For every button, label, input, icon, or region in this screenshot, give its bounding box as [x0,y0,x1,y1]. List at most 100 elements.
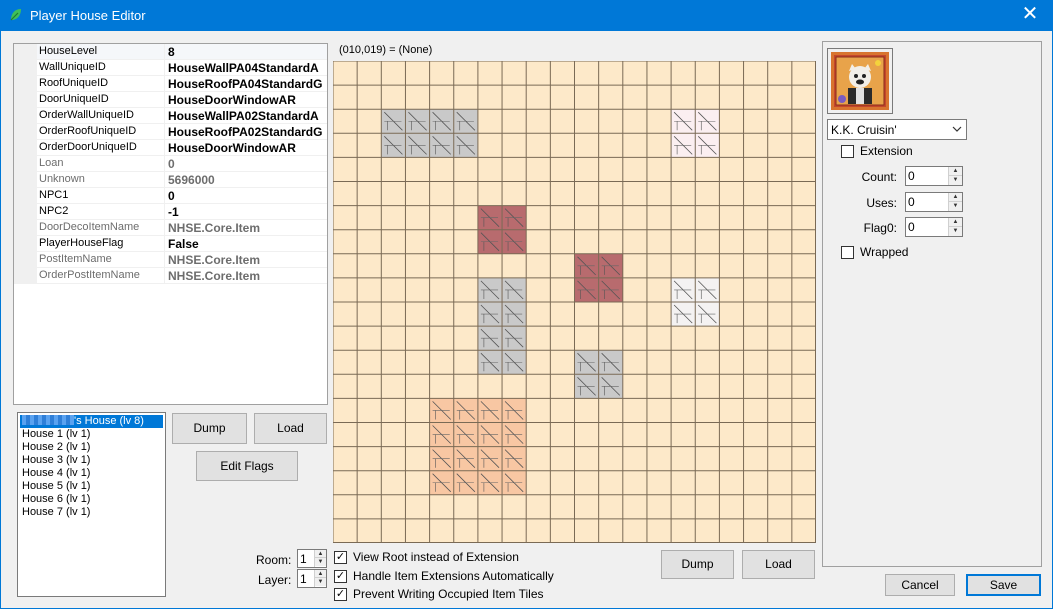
record-album-icon [831,52,889,110]
wrapped-check-icon[interactable] [841,246,854,259]
property-row[interactable]: Loan 0 [14,156,327,172]
layer-label: Layer: [258,573,292,587]
property-value[interactable]: HouseWallPA02StandardA [168,109,319,123]
property-divider [164,60,165,76]
property-value[interactable]: NHSE.Core.Item [168,221,260,235]
room-label: Room: [256,553,292,567]
dump-items-button[interactable]: Dump [661,550,734,579]
property-value[interactable]: 0 [168,189,175,203]
uses-down-arrow-icon[interactable]: ▼ [949,202,962,211]
flag0-up-arrow-icon[interactable]: ▲ [949,218,962,227]
property-row[interactable]: OrderWallUniqueID HouseWallPA02StandardA [14,108,327,124]
layer-up-arrow-icon[interactable]: ▲ [315,570,326,578]
property-name: PlayerHouseFlag [39,237,124,249]
property-row[interactable]: WallUniqueID HouseWallPA04StandardA [14,60,327,76]
property-grid[interactable]: HouseLevel 8 WallUniqueID HouseWallPA04Stan… [13,43,328,405]
property-name: RoofUniqueID [39,77,109,89]
item-grid[interactable] [332,60,816,543]
property-row-margin [14,236,37,251]
property-row[interactable]: PlayerHouseFlag False [14,236,327,252]
uses-label: Uses: [866,196,897,210]
property-row[interactable]: RoofUniqueID HouseRoofPA04StandardG [14,76,327,92]
property-row[interactable]: OrderDoorUniqueID HouseDoorWindowAR [14,140,327,156]
property-row-margin [14,124,37,139]
uses-value: 0 [908,195,915,209]
flag0-down-arrow-icon[interactable]: ▼ [949,227,962,236]
property-value[interactable]: -1 [168,205,179,219]
property-value[interactable]: NHSE.Core.Item [168,269,260,283]
property-divider [164,140,165,156]
flag0-stepper[interactable]: 0 ▲ ▼ [905,217,963,237]
uses-stepper[interactable]: 0 ▲ ▼ [905,192,963,212]
save-button[interactable]: Save [966,574,1041,596]
leaf-app-icon [10,9,21,21]
dump-house-button[interactable]: Dump [172,413,247,444]
house-list-item[interactable]: House 5 (lv 1) [20,480,163,493]
load-items-button[interactable]: Load [742,550,815,579]
item-preview-image [827,48,893,114]
room-down-arrow-icon[interactable]: ▼ [315,558,326,566]
property-row[interactable]: DoorUniqueID HouseDoorWindowAR [14,92,327,108]
layer-stepper[interactable]: 1 ▲ ▼ [297,569,327,588]
property-row[interactable]: NPC2 -1 [14,204,327,220]
property-divider [164,76,165,92]
property-row-margin [14,252,37,267]
title-bar: Player House Editor ✕ [0,0,1053,31]
property-value[interactable]: NHSE.Core.Item [168,253,260,267]
prevent-occupied-check-icon[interactable]: ✓ [334,588,347,601]
house-list-item[interactable]: House 1 (lv 1) [20,428,163,441]
handle-extensions-check-icon[interactable]: ✓ [334,570,347,583]
window-title: Player House Editor [30,8,146,23]
property-value[interactable]: HouseDoorWindowAR [168,141,296,155]
property-row[interactable]: OrderRoofUniqueID HouseRoofPA02StandardG [14,124,327,140]
property-row[interactable]: DoorDecoItemName NHSE.Core.Item [14,220,327,236]
property-name: OrderDoorUniqueID [39,141,137,153]
property-divider [164,124,165,140]
property-divider [164,156,165,172]
edit-flags-button[interactable]: Edit Flags [196,451,298,481]
property-value[interactable]: False [168,237,199,251]
uses-up-arrow-icon[interactable]: ▲ [949,193,962,202]
cancel-button[interactable]: Cancel [885,574,955,596]
load-house-button[interactable]: Load [254,413,327,444]
property-row[interactable]: Unknown 5696000 [14,172,327,188]
count-up-arrow-icon[interactable]: ▲ [949,167,962,176]
house-list-item[interactable]: House 7 (lv 1) [20,506,163,519]
property-row[interactable]: OrderPostItemName NHSE.Core.Item [14,268,327,284]
house-list-item[interactable]: House 6 (lv 1) [20,493,163,506]
count-stepper[interactable]: 0 ▲ ▼ [905,166,963,186]
close-button[interactable]: ✕ [1007,0,1053,31]
property-value[interactable]: HouseRoofPA04StandardG [168,77,322,91]
property-value[interactable]: HouseDoorWindowAR [168,93,296,107]
property-name: NPC1 [39,189,69,201]
prevent-occupied-label: Prevent Writing Occupied Item Tiles [353,587,544,601]
property-name: OrderRoofUniqueID [39,125,137,137]
property-row[interactable]: NPC1 0 [14,188,327,204]
count-down-arrow-icon[interactable]: ▼ [949,176,962,185]
house-list-item-label: House 4 (lv 1) [22,467,91,479]
house-list[interactable]: 's House (lv 8) House 1 (lv 1) House 2 (lv… [17,412,166,597]
property-row[interactable]: HouseLevel 8 [14,44,327,60]
house-list-item[interactable]: House 4 (lv 1) [20,467,163,480]
layer-down-arrow-icon[interactable]: ▼ [315,578,326,586]
property-value[interactable]: HouseRoofPA02StandardG [168,125,322,139]
layer-value: 1 [300,572,307,586]
room-stepper[interactable]: 1 ▲ ▼ [297,549,327,568]
view-root-check-icon[interactable]: ✓ [334,551,347,564]
property-row-margin [14,140,37,155]
house-list-item[interactable]: House 2 (lv 1) [20,441,163,454]
redacted-owner-name [22,415,74,425]
property-value[interactable]: 8 [168,45,175,59]
house-list-item[interactable]: 's House (lv 8) [20,415,163,428]
hover-coordinate-label: (010,019) = (None) [339,44,433,56]
property-row[interactable]: PostItemName NHSE.Core.Item [14,252,327,268]
property-value[interactable]: 5696000 [168,173,215,187]
house-list-item[interactable]: House 3 (lv 1) [20,454,163,467]
property-value[interactable]: 0 [168,157,175,171]
property-row-margin [14,44,37,59]
item-select-dropdown[interactable]: K.K. Cruisin' [827,119,967,140]
room-up-arrow-icon[interactable]: ▲ [315,550,326,558]
extension-check-icon[interactable] [841,145,854,158]
item-grid-canvas[interactable] [332,60,816,543]
property-value[interactable]: HouseWallPA04StandardA [168,61,319,75]
